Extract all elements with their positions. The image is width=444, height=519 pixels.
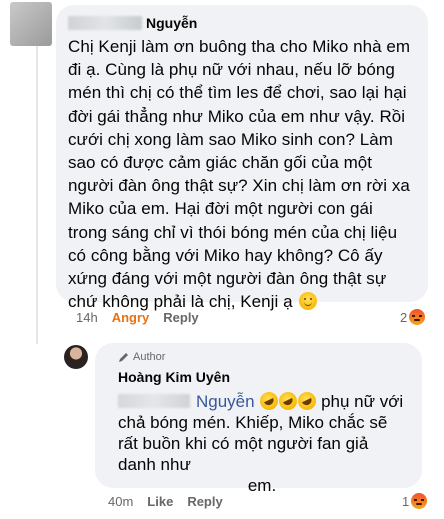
reply-reaction-count: 1	[402, 493, 410, 509]
comment-author-name[interactable]: Nguyễn	[146, 15, 197, 31]
author-badge: Author	[118, 349, 410, 365]
reply-body: Nguyễn phụ nữ với chả bóng mén. Khiếp, M…	[107, 389, 410, 496]
thread-connector	[36, 44, 38, 344]
comment-header: Nguyễn	[68, 13, 416, 33]
comment-text: Chị Kenji làm ơn buông tha cho Miko nhà …	[68, 37, 411, 312]
author-badge-label: Author	[133, 351, 166, 363]
comment-timestamp[interactable]: 14h	[76, 310, 98, 325]
reaction-summary[interactable]: 2	[400, 309, 426, 325]
reply-reaction-summary[interactable]: 1	[402, 493, 428, 509]
rofl-emoji-icon	[295, 389, 320, 413]
pencil-icon	[119, 353, 128, 362]
commenter-avatar[interactable]	[10, 2, 52, 46]
reply-text-end: em.	[247, 476, 277, 495]
reply-bubble: Author Hoàng Kim Uyên Nguyễn phụ nữ với …	[95, 343, 422, 495]
like-button[interactable]: Like	[147, 494, 173, 509]
reply-button[interactable]: Reply	[163, 310, 198, 325]
comment-body: Chị Kenji làm ơn buông tha cho Miko nhà …	[68, 35, 416, 313]
reply-author-avatar[interactable]	[64, 345, 88, 369]
reply-actions: 40m Like Reply	[108, 494, 223, 509]
redacted-name	[68, 16, 142, 30]
comment-actions: 14h Angry Reply	[76, 310, 199, 325]
redacted-mention	[118, 394, 190, 408]
angry-reaction-button[interactable]: Angry	[112, 310, 150, 325]
reply-to-reply-button[interactable]: Reply	[187, 494, 222, 509]
smiling-face-icon	[299, 292, 318, 311]
angry-face-icon	[409, 309, 426, 325]
comment-bubble: Nguyễn Chị Kenji làm ơn buông tha cho Mi…	[56, 5, 428, 311]
reply-author-name[interactable]: Hoàng Kim Uyên	[118, 369, 410, 385]
mention-link[interactable]: Nguyễn	[196, 392, 255, 411]
reply-timestamp[interactable]: 40m	[108, 494, 133, 509]
angry-face-icon	[411, 493, 428, 509]
reaction-count: 2	[400, 309, 408, 325]
